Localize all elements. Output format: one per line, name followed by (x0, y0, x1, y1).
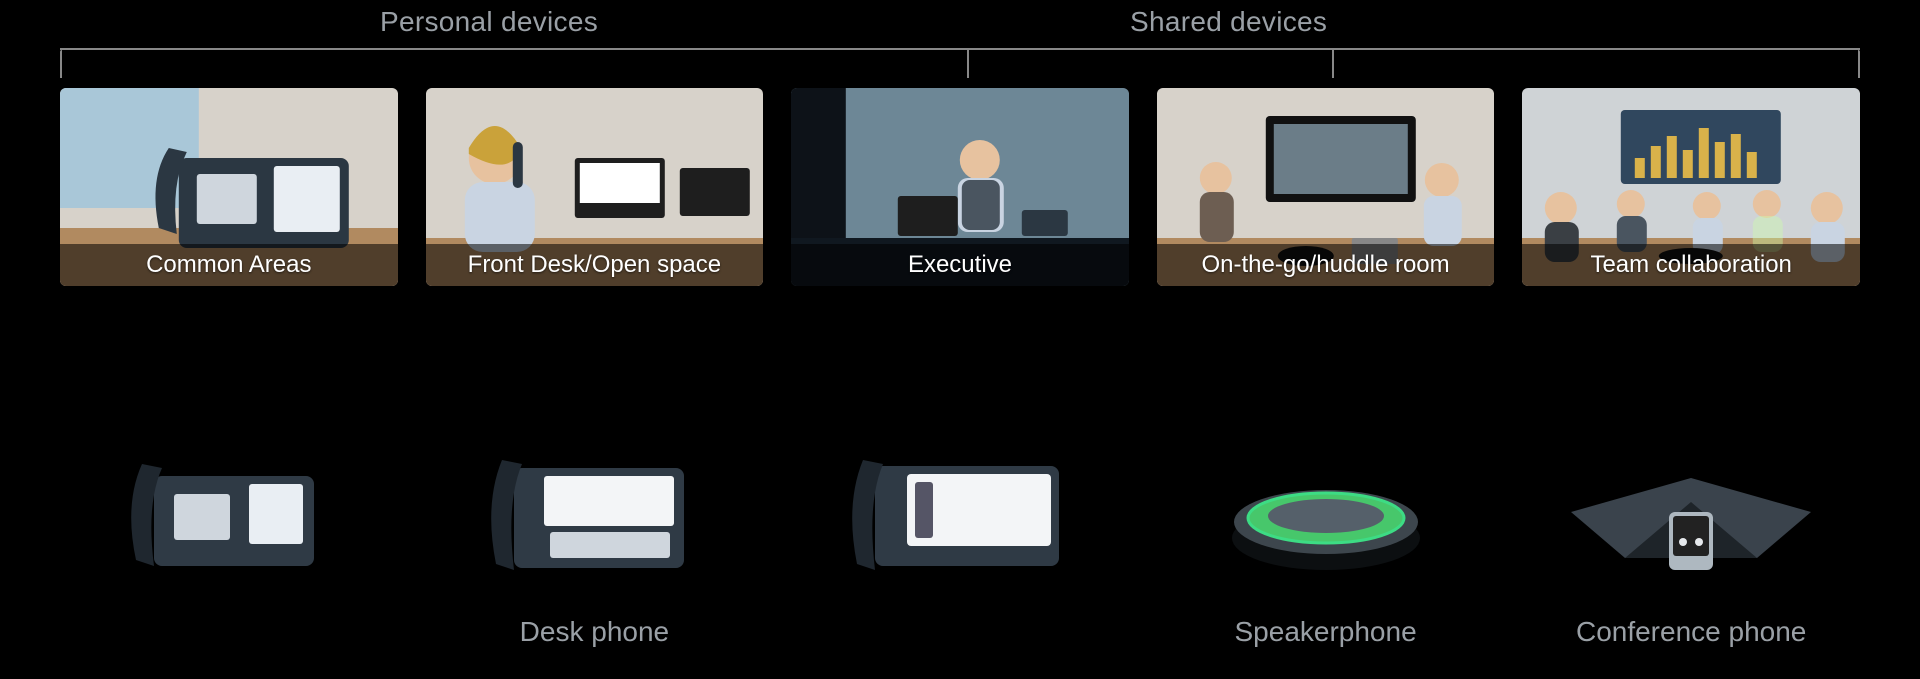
scenario-row: Common Areas Front Desk/Open space (60, 88, 1860, 286)
scene-caption-bar: Front Desk/Open space (426, 244, 764, 286)
scene-executive: Executive (791, 88, 1129, 286)
scene-caption: Front Desk/Open space (468, 251, 721, 279)
speakerphone-icon (1216, 442, 1436, 592)
product-conference-phone: Conference phone (1522, 370, 1860, 650)
scene-caption: Common Areas (146, 251, 311, 279)
product-deskphone-a (60, 370, 398, 650)
scene-common-areas: Common Areas (60, 88, 398, 286)
scene-front-desk: Front Desk/Open space (426, 88, 764, 286)
category-shared-label: Shared devices (1130, 6, 1327, 38)
scene-caption-bar: Team collaboration (1522, 244, 1860, 286)
category-personal-label: Personal devices (380, 6, 598, 38)
scene-caption-bar: On-the-go/huddle room (1157, 244, 1495, 286)
scene-caption-bar: Common Areas (60, 244, 398, 286)
product-deskphone-c (791, 370, 1129, 650)
deskphone-a-icon (124, 442, 334, 592)
scene-caption-bar: Executive (791, 244, 1129, 286)
deskphone-c-icon (845, 442, 1075, 592)
deskphone-b-icon (484, 442, 704, 592)
product-deskphone-b: Desk phone (426, 370, 764, 650)
scene-caption: On-the-go/huddle room (1202, 251, 1450, 279)
conference-phone-icon (1561, 442, 1821, 592)
product-speakerphone: Speakerphone (1157, 370, 1495, 650)
scene-team-collab: Team collaboration (1522, 88, 1860, 286)
product-label: Conference phone (1576, 616, 1806, 650)
scene-caption: Executive (908, 251, 1012, 279)
product-row: Desk phone Speakerphone (60, 370, 1860, 650)
category-bracket (60, 48, 1860, 78)
product-label: Desk phone (520, 616, 669, 650)
scene-caption: Team collaboration (1590, 251, 1791, 279)
product-label: Speakerphone (1235, 616, 1417, 650)
scene-huddle-room: On-the-go/huddle room (1157, 88, 1495, 286)
